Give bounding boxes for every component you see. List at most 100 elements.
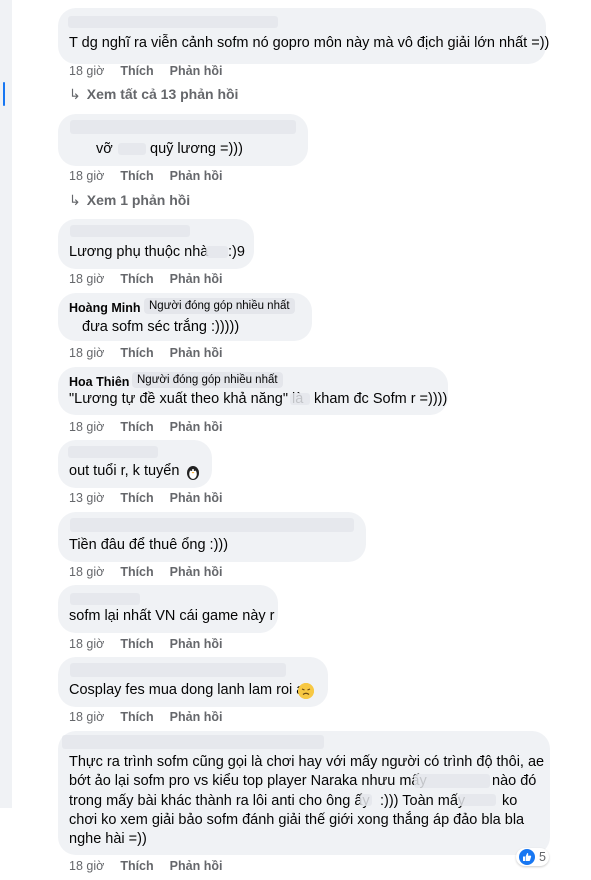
comment-bubble: out tuổi r, k tuyển [58, 440, 212, 488]
redacted-author-name [62, 735, 324, 749]
redacted-mention [206, 246, 228, 258]
view-replies-label: Xem tất cả 13 phản hồi [86, 86, 239, 102]
view-replies-link[interactable]: ↳ Xem tất cả 13 phản hồi [69, 86, 238, 103]
comment-text: Tiền đâu để thuê ổng :))) [69, 537, 229, 553]
comment-bubble: T dg nghĩ ra viễn cảnh sofm nó gopro môn… [58, 8, 550, 64]
reply-button[interactable]: Phản hồi [170, 491, 223, 505]
comment-text-line: nào đó [492, 773, 537, 789]
comment-bubble: sofm lại nhất VN cái game này r [58, 585, 278, 633]
redacted-mention [118, 143, 146, 155]
comment-time[interactable]: 18 giờ [69, 637, 104, 651]
comment-author[interactable]: Hoàng Minh [69, 301, 141, 315]
reply-button[interactable]: Phản hồi [170, 346, 223, 360]
redacted-mention [290, 393, 310, 405]
comment-actions: 18 giờ Thích Phản hồi [69, 64, 238, 78]
like-button[interactable]: Thích [120, 491, 153, 505]
comment-bubble: vỡ quỹ lương =))) [58, 114, 308, 166]
like-button[interactable]: Thích [120, 346, 153, 360]
comment-time[interactable]: 18 giờ [69, 859, 104, 873]
comment-text-part: vỡ [96, 141, 113, 157]
comment-actions: 18 giờ Thích Phản hồi [69, 859, 238, 873]
reply-button[interactable]: Phản hồi [170, 169, 223, 183]
redacted-author-name [70, 518, 354, 532]
like-button[interactable]: Thích [120, 859, 153, 873]
comment-text: out tuổi r, k tuyển [69, 463, 180, 479]
comment-time[interactable]: 18 giờ [69, 64, 104, 78]
like-button[interactable]: Thích [120, 272, 153, 286]
comment-text-line: trong mấy bài khác thành ra lôi anti cho… [69, 793, 370, 809]
reaction-summary[interactable]: 5 [516, 848, 549, 866]
comment-text: sofm lại nhất VN cái game này r [69, 608, 275, 624]
comment-actions: 18 giờ Thích Phản hồi [69, 637, 238, 651]
comment-text-line: Thực ra trình sofm cũng gọi là chơi hay … [69, 754, 545, 770]
reply-button[interactable]: Phản hồi [170, 859, 223, 873]
comment-actions: 18 giờ Thích Phản hồi [69, 565, 238, 579]
reply-arrow-icon: ↳ [69, 192, 81, 208]
comment-actions: 13 giờ Thích Phản hồi [69, 491, 238, 505]
comment-bubble: Hoàng Minh Người đóng góp nhiều nhất đưa… [58, 293, 312, 341]
redacted-author-name [70, 120, 296, 134]
like-button[interactable]: Thích [120, 169, 153, 183]
tired-face-emoji [298, 683, 314, 699]
thread-indicator [3, 82, 5, 106]
comment-text-part: :)9 [228, 244, 245, 260]
comment-time[interactable]: 18 giờ [69, 710, 104, 724]
comment-text: đưa sofm séc trắng :))))) [82, 319, 240, 335]
comment-bubble: Cosplay fes mua dong lanh lam roi a [58, 657, 328, 707]
comment-actions: 18 giờ Thích Phản hồi [69, 346, 238, 360]
comment-actions: 18 giờ Thích Phản hồi [69, 420, 238, 434]
comment-bubble: Lương phụ thuộc nhà :)9 [58, 219, 254, 269]
comment-bubble: Thực ra trình sofm cũng gọi là chơi hay … [58, 731, 550, 855]
reply-button[interactable]: Phản hồi [170, 710, 223, 724]
comment-text-part: kham đc Sofm r =)))) [314, 391, 448, 407]
penguin-emoji [186, 464, 200, 480]
like-icon [519, 849, 535, 865]
comment-bubble: Hoa Thiên Người đóng góp nhiều nhất "Lươ… [58, 367, 448, 415]
comment-time[interactable]: 13 giờ [69, 491, 104, 505]
redacted-author-name [70, 663, 286, 677]
like-button[interactable]: Thích [120, 637, 153, 651]
comment-time[interactable]: 18 giờ [69, 420, 104, 434]
comment-actions: 18 giờ Thích Phản hồi [69, 169, 238, 183]
redacted-author-name [70, 593, 140, 605]
comment-text-part: "Lương tự đề xuất theo khả năng" là [69, 391, 304, 407]
like-button[interactable]: Thích [120, 420, 153, 434]
comment-text: T dg nghĩ ra viễn cảnh sofm nó gopro môn… [69, 35, 550, 51]
comment-time[interactable]: 18 giờ [69, 169, 104, 183]
comment-text-line: ko [502, 793, 518, 809]
comment-time[interactable]: 18 giờ [69, 272, 104, 286]
reply-button[interactable]: Phản hồi [170, 637, 223, 651]
contributor-badge: Người đóng góp nhiều nhất [132, 372, 283, 388]
comment-text: Cosplay fes mua dong lanh lam roi a [69, 682, 305, 698]
reaction-count: 5 [539, 850, 546, 864]
like-button[interactable]: Thích [120, 710, 153, 724]
comment-text-line: nghe hài =)) [69, 831, 147, 847]
comment-text-part: quỹ lương =))) [150, 141, 243, 157]
redacted-author-name [68, 446, 158, 458]
reply-button[interactable]: Phản hồi [170, 64, 223, 78]
comment-bubble: Tiền đâu để thuê ổng :))) [58, 512, 366, 562]
left-gutter [0, 0, 12, 808]
view-replies-label: Xem 1 phản hồi [86, 192, 191, 208]
comment-text-line: bớt ảo lại sofm pro vs kiểu top player N… [69, 773, 427, 789]
view-replies-link[interactable]: ↳ Xem 1 phản hồi [69, 192, 190, 209]
redacted-author-name [70, 225, 190, 237]
reply-button[interactable]: Phản hồi [170, 272, 223, 286]
like-button[interactable]: Thích [120, 64, 153, 78]
reply-arrow-icon: ↳ [69, 86, 81, 102]
contributor-badge: Người đóng góp nhiều nhất [144, 298, 295, 314]
comment-author[interactable]: Hoa Thiên [69, 375, 129, 389]
reply-button[interactable]: Phản hồi [170, 420, 223, 434]
like-button[interactable]: Thích [120, 565, 153, 579]
comment-text-line: :))) Toàn mấy [380, 793, 466, 809]
reply-button[interactable]: Phản hồi [170, 565, 223, 579]
comment-time[interactable]: 18 giờ [69, 346, 104, 360]
comment-time[interactable]: 18 giờ [69, 565, 104, 579]
redacted-mention [414, 774, 490, 788]
comment-text-part: Lương phụ thuộc nhà [69, 244, 209, 260]
redacted-mention [458, 794, 496, 806]
comment-actions: 18 giờ Thích Phản hồi [69, 710, 238, 724]
redacted-author-name [68, 16, 278, 28]
comment-text-line: chơi ko xem giải bảo sofm đánh giải thế … [69, 812, 525, 828]
redacted-mention [360, 794, 372, 806]
